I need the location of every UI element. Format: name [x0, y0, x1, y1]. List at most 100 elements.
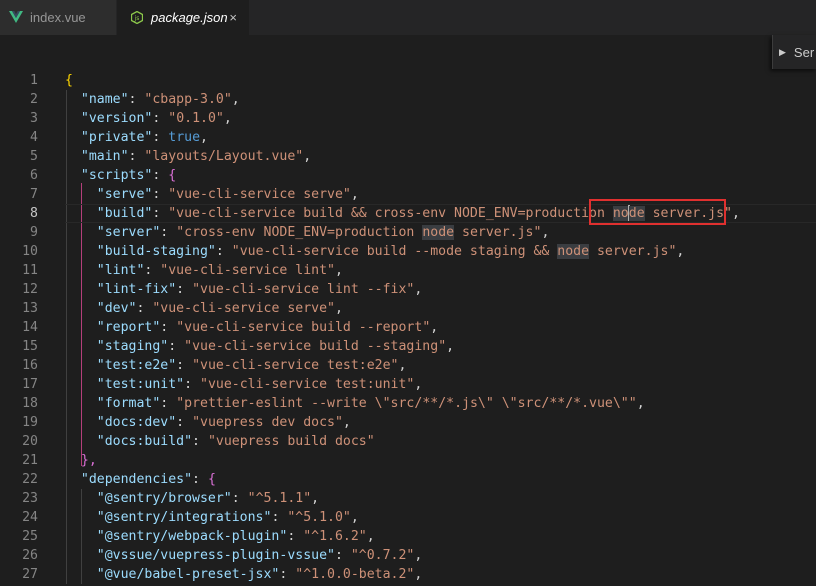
json-key: "@vue/babel-preset-jsx" — [96, 567, 280, 582]
code-line[interactable]: 9 "server": "cross-env NODE_ENV=producti… — [0, 223, 816, 242]
code-text: "staging": "vue-cli-service build --stag… — [65, 337, 454, 356]
code-line[interactable]: 14 "report": "vue-cli-service build --re… — [0, 318, 816, 337]
code-line[interactable]: 4 "private": true, — [0, 128, 816, 147]
chevron-right-icon: ▶ — [779, 46, 786, 57]
code-line[interactable]: 10 "build-staging": "vue-cli-service bui… — [0, 242, 816, 261]
vue-icon — [8, 10, 24, 26]
colon: : — [279, 567, 296, 582]
json-value: server.js" — [454, 225, 542, 240]
json-value: "^1.6.2" — [303, 529, 367, 544]
colon: : — [184, 377, 200, 392]
nodejs-icon: js — [129, 10, 145, 26]
line-number: 11 — [22, 263, 38, 278]
open-brace: { — [168, 168, 177, 183]
comma: , — [350, 510, 359, 525]
code-line[interactable]: 22 "dependencies": { — [0, 470, 816, 489]
line-number: 8 — [30, 206, 38, 221]
json-value: "layouts/Layout.vue" — [144, 149, 304, 164]
comma: , — [350, 187, 359, 202]
code-line[interactable]: 3 "version": "0.1.0", — [0, 109, 816, 128]
comma: , — [200, 130, 208, 145]
code-line[interactable]: 26 "@vssue/vuepress-plugin-vssue": "^0.7… — [0, 546, 816, 565]
code-line[interactable]: 1{ — [0, 71, 816, 90]
json-key: "name" — [80, 92, 129, 107]
comma: , — [731, 206, 740, 221]
comma: , — [414, 548, 423, 563]
colon: : — [192, 472, 208, 487]
code-text: "private": true, — [65, 128, 208, 147]
code-line[interactable]: 23 "@sentry/browser": "^5.1.1", — [0, 489, 816, 508]
code-line[interactable]: 15 "staging": "vue-cli-service build --s… — [0, 337, 816, 356]
json-key: "private" — [80, 130, 153, 145]
code-text: "main": "layouts/Layout.vue", — [65, 147, 311, 166]
code-text: "@vssue/vuepress-plugin-vssue": "^0.7.2"… — [65, 546, 423, 565]
json-value: "0.1.0" — [168, 111, 224, 126]
code-text: "test:e2e": "vue-cli-service test:e2e", — [65, 356, 407, 375]
code-line[interactable]: 25 "@sentry/webpack-plugin": "^1.6.2", — [0, 527, 816, 546]
json-value: "vuepress dev docs" — [192, 415, 343, 430]
json-value: "vue-cli-service lint" — [160, 263, 335, 278]
json-value: "vuepress build docs" — [207, 434, 375, 449]
code-line[interactable]: 12 "lint-fix": "vue-cli-service lint --f… — [0, 280, 816, 299]
json-key: "lint" — [96, 263, 145, 278]
close-brace: }, — [80, 453, 97, 468]
open-brace: { — [207, 472, 216, 487]
code-line[interactable]: 18 "format": "prettier-eslint --write \"… — [0, 394, 816, 413]
line-number: 5 — [30, 149, 38, 164]
code-line[interactable]: 20 "docs:build": "vuepress build docs" — [0, 432, 816, 451]
json-key: "build" — [96, 206, 153, 221]
code-text: "format": "prettier-eslint --write \"src… — [65, 394, 645, 413]
code-line[interactable]: 11 "lint": "vue-cli-service lint", — [0, 261, 816, 280]
code-line[interactable]: 17 "test:unit": "vue-cli-service test:un… — [0, 375, 816, 394]
editor-tab-bar: index.vue js package.json × — [0, 0, 816, 35]
json-value: "vue-cli-service serve" — [168, 187, 351, 202]
code-editor[interactable]: 1{2 "name": "cbapp-3.0", 3 "version": "0.… — [0, 69, 816, 586]
comma: , — [541, 225, 550, 240]
code-line[interactable]: 5 "main": "layouts/Layout.vue", — [0, 147, 816, 166]
json-key: "@sentry/integrations" — [96, 510, 272, 525]
json-value: "vue-cli-service serve" — [152, 301, 335, 316]
line-number: 23 — [22, 491, 38, 506]
code-line[interactable]: 24 "@sentry/integrations": "^5.1.0", — [0, 508, 816, 527]
tab-package-json[interactable]: js package.json × — [117, 0, 249, 35]
json-key: "@sentry/webpack-plugin" — [96, 529, 288, 544]
colon: : — [334, 548, 351, 563]
json-key: "@sentry/browser" — [96, 491, 232, 506]
comma: , — [414, 377, 423, 392]
comma: , — [342, 415, 351, 430]
comma: , — [430, 320, 439, 335]
symbol-outline-widget[interactable]: ▶ Ser — [772, 35, 816, 69]
json-key: "dev" — [96, 301, 137, 316]
code-text: "@sentry/webpack-plugin": "^1.6.2", — [65, 527, 375, 546]
colon: : — [152, 187, 169, 202]
line-number: 25 — [22, 529, 38, 544]
code-line[interactable]: 6 "scripts": { — [0, 166, 816, 185]
json-value: "vue-cli-service lint --fix" — [192, 282, 415, 297]
tab-index-vue[interactable]: index.vue — [0, 0, 117, 35]
svg-text:js: js — [134, 15, 140, 22]
json-key: "@vssue/vuepress-plugin-vssue" — [96, 548, 335, 563]
code-line[interactable]: 16 "test:e2e": "vue-cli-service test:e2e… — [0, 356, 816, 375]
code-line[interactable]: 19 "docs:dev": "vuepress dev docs", — [0, 413, 816, 432]
json-value: "^1.0.0-beta.2" — [295, 567, 415, 582]
close-icon[interactable]: × — [229, 10, 237, 25]
colon: : — [160, 225, 177, 240]
comma: , — [414, 282, 423, 297]
json-key: "test:unit" — [96, 377, 185, 392]
colon: : — [192, 434, 208, 449]
json-value: "vue-cli-service build --staging" — [184, 339, 447, 354]
code-text: "scripts": { — [65, 166, 176, 185]
json-value: true — [168, 130, 201, 145]
code-text: "server": "cross-env NODE_ENV=production… — [65, 223, 549, 242]
code-text: "docs:build": "vuepress build docs" — [65, 432, 375, 451]
json-value: "cbapp-3.0" — [144, 92, 232, 107]
code-line[interactable]: 21 }, — [0, 451, 816, 470]
comma: , — [446, 339, 455, 354]
colon: : — [152, 130, 169, 145]
code-line[interactable]: 13 "dev": "vue-cli-service serve", — [0, 299, 816, 318]
json-value: "vue-cli-service build && cross-env NODE… — [168, 206, 613, 221]
code-line[interactable]: 2 "name": "cbapp-3.0", — [0, 90, 816, 109]
code-line[interactable]: 27 "@vue/babel-preset-jsx": "^1.0.0-beta… — [0, 565, 816, 584]
code-text: "dev": "vue-cli-service serve", — [65, 299, 343, 318]
colon: : — [152, 111, 169, 126]
